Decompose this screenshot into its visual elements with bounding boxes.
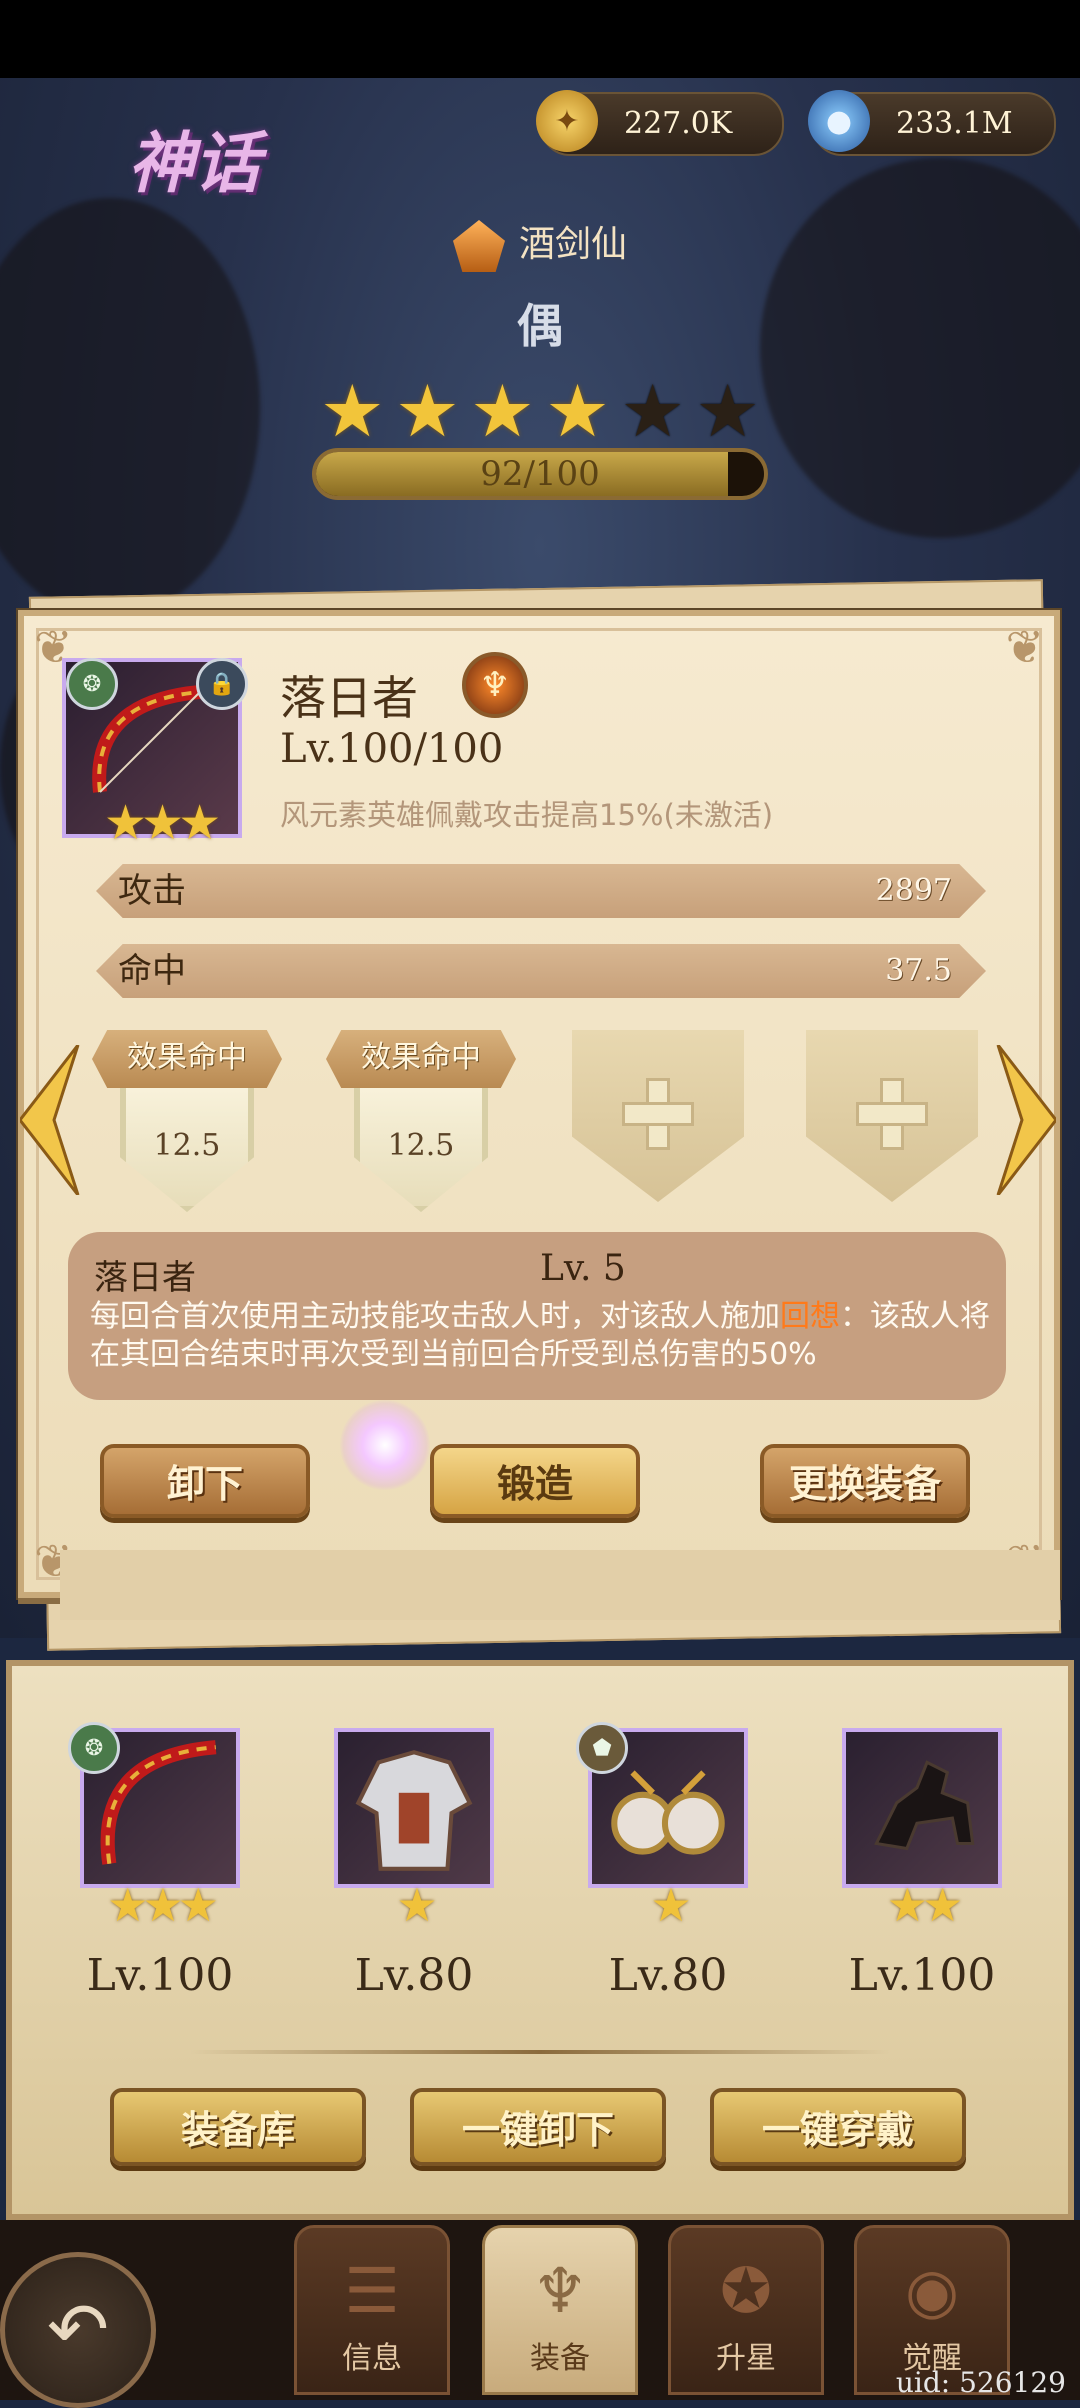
- star-filled-icon: ★: [545, 369, 610, 453]
- star-empty-icon: ★: [695, 369, 760, 453]
- element-badge-icon: ❂: [66, 658, 118, 710]
- tab-label: 信息: [342, 2341, 402, 2376]
- equipment-level: Lv.80: [608, 1950, 728, 2001]
- equipment-stars: ★: [650, 1878, 691, 1932]
- potion-amount: 233.1M: [896, 106, 1013, 141]
- faction-badge-icon: ⬟: [576, 1722, 628, 1774]
- equip-all-button[interactable]: 一键穿戴: [710, 2088, 966, 2166]
- forge-button[interactable]: 锻造: [430, 1444, 640, 1518]
- skill-keyword[interactable]: 回想: [780, 1299, 840, 1334]
- item-star-rating: ★★★: [104, 795, 221, 851]
- substat-slot[interactable]: 效果命中 12.5: [92, 1030, 282, 1212]
- tab-star-up[interactable]: ✪ 升星: [668, 2225, 824, 2395]
- next-item-arrow-icon[interactable]: [996, 1045, 1056, 1195]
- card-backdrop: [60, 1550, 1060, 1620]
- skill-level: Lv. 5: [540, 1248, 626, 1289]
- stat-value: 37.5: [885, 953, 952, 988]
- info-icon: ☰: [344, 2254, 400, 2327]
- substat-slot[interactable]: 效果命中 12.5: [326, 1030, 516, 1212]
- prev-item-arrow-icon[interactable]: [20, 1045, 80, 1195]
- status-bar: [0, 0, 1080, 78]
- plus-icon: [856, 1078, 928, 1150]
- star-progress-bar: 92/100: [312, 448, 768, 500]
- equipment-slot-armor[interactable]: [334, 1728, 494, 1888]
- potion-icon: ●: [808, 90, 870, 152]
- tab-equipment[interactable]: ♆ 装备: [482, 2225, 638, 2395]
- substat-label: 效果命中: [326, 1030, 516, 1088]
- corner-ornament-icon: ❦: [1005, 620, 1044, 674]
- stat-value: 2897: [875, 873, 952, 908]
- empty-substat-slot[interactable]: [562, 1030, 752, 1205]
- equipment-stars: ★★★: [107, 1878, 219, 1932]
- equipment-level: Lv.100: [848, 1950, 996, 2001]
- replace-equipment-button[interactable]: 更换装备: [760, 1444, 970, 1518]
- element-badge-icon: ❂: [68, 1722, 120, 1774]
- stat-label: 命中: [118, 951, 186, 991]
- tab-info[interactable]: ☰ 信息: [294, 2225, 450, 2395]
- equipment-level: Lv.80: [354, 1950, 474, 2001]
- back-arrow-icon: ↶: [46, 2287, 109, 2373]
- equipment-icon: ♆: [532, 2254, 588, 2327]
- tab-label: 装备: [530, 2341, 590, 2376]
- stat-label: 攻击: [118, 871, 186, 911]
- equipment-slot-mount[interactable]: [842, 1728, 1002, 1888]
- empty-substat-slot[interactable]: [796, 1030, 986, 1205]
- substat-label: 效果命中: [92, 1030, 282, 1088]
- star-filled-icon: ★: [395, 369, 460, 453]
- hero-name: 酒剑仙: [0, 215, 1080, 272]
- star-empty-icon: ★: [620, 369, 685, 453]
- ornamental-divider: [190, 2050, 890, 2054]
- awaken-icon: ◉: [904, 2254, 960, 2327]
- lock-icon[interactable]: 🔒: [196, 658, 248, 710]
- item-name: 落日者: [280, 671, 418, 725]
- potion-currency: ● 233.1M: [808, 90, 1056, 156]
- hero-class: 偶: [517, 299, 563, 353]
- sparkle-effect: [340, 1400, 430, 1490]
- tab-label: 升星: [716, 2341, 776, 2376]
- armor-icon: [355, 1750, 473, 1871]
- gold-currency: ✦ 227.0K: [536, 90, 784, 156]
- substat-value: 12.5: [387, 1128, 455, 1163]
- equipment-level: Lv.100: [86, 1950, 234, 2001]
- item-set-bonus: 风元素英雄佩戴攻击提高15%(未激活): [280, 798, 774, 832]
- skill-description-box: 落日者 Lv. 5 每回合首次使用主动技能攻击敌人时，对该敌人施加回想：该敌人将…: [68, 1232, 1006, 1400]
- hero-name-text: 酒剑仙: [518, 224, 627, 265]
- stat-bar-accuracy: [96, 944, 986, 998]
- skill-text: 每回合首次使用主动技能攻击敌人时，对该敌人施加回想：该敌人将在其回合结束时再次受…: [90, 1298, 990, 1374]
- unequip-button[interactable]: 卸下: [100, 1444, 310, 1518]
- faction-crest-icon: [452, 220, 505, 272]
- star-up-icon: ✪: [720, 2254, 772, 2327]
- user-id: uid: 526129: [895, 2366, 1066, 2399]
- equipment-stars: ★★: [886, 1878, 963, 1932]
- horse-icon: [874, 1760, 975, 1851]
- star-filled-icon: ★: [470, 369, 535, 453]
- plus-icon: [622, 1078, 694, 1150]
- stat-bar-attack: [96, 864, 986, 918]
- back-button[interactable]: ↶: [0, 2252, 156, 2408]
- skill-text-part: 每回合首次使用主动技能攻击敌人时，对该敌人施加: [90, 1299, 780, 1334]
- progress-text: 92/100: [480, 454, 600, 494]
- skill-name: 落日者: [94, 1258, 196, 1298]
- rarity-title: 神话: [128, 125, 260, 202]
- item-level: Lv.100/100: [280, 726, 504, 772]
- star-filled-icon: ★: [320, 369, 385, 453]
- equipment-storage-button[interactable]: 装备库: [110, 2088, 366, 2166]
- gold-amount: 227.0K: [624, 106, 733, 141]
- unequip-all-button[interactable]: 一键卸下: [410, 2088, 666, 2166]
- substat-value: 12.5: [153, 1128, 221, 1163]
- coin-icon: ✦: [536, 90, 598, 152]
- hero-star-rating: ★ ★ ★ ★ ★ ★: [320, 375, 760, 447]
- equipment-stars: ★: [396, 1878, 437, 1932]
- fire-element-icon: ♆: [462, 652, 528, 718]
